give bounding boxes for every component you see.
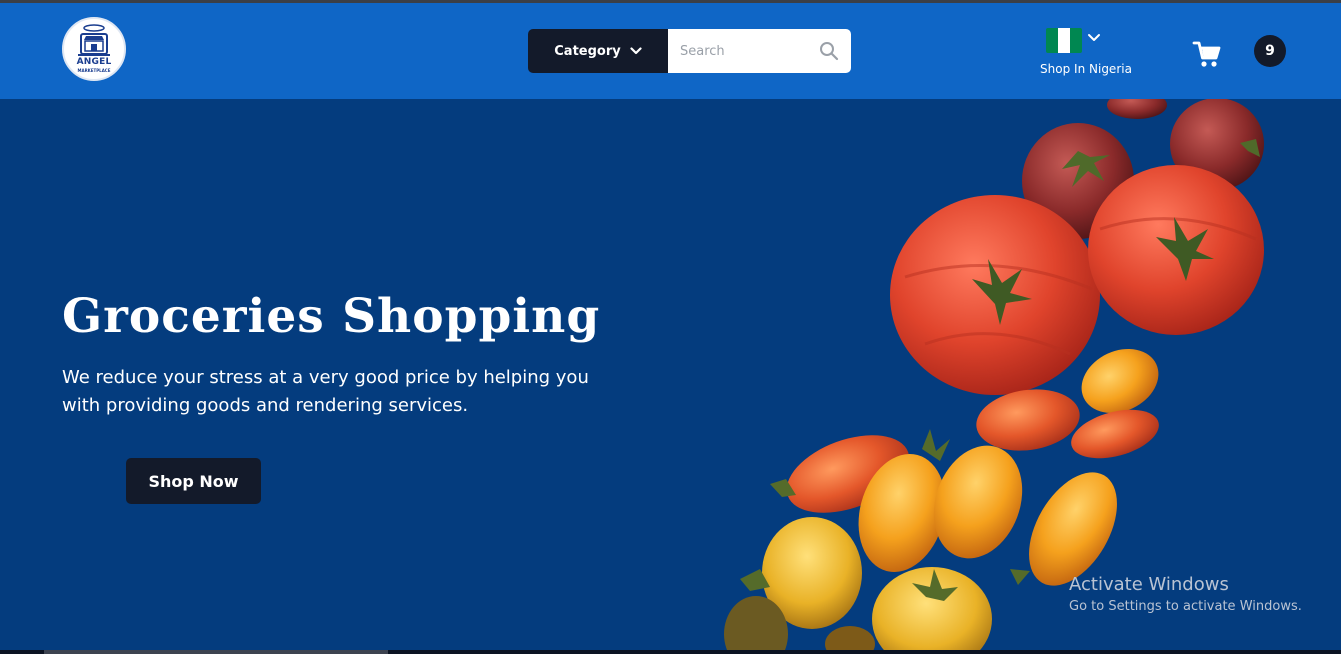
logo-subtitle: MARKETPLACE bbox=[77, 68, 111, 73]
search-box bbox=[668, 29, 851, 73]
horizontal-scrollbar[interactable] bbox=[0, 650, 1341, 654]
country-selector[interactable]: Shop In Nigeria bbox=[1030, 27, 1145, 81]
logo-name: ANGEL bbox=[76, 57, 112, 67]
hero-banner: Groceries Shopping We reduce your stress… bbox=[0, 99, 1341, 654]
hero-subtitle: We reduce your stress at a very good pri… bbox=[62, 367, 589, 416]
cart-count-badge[interactable]: 9 bbox=[1254, 35, 1286, 67]
category-label: Category bbox=[554, 43, 621, 59]
search-input[interactable] bbox=[680, 29, 815, 73]
windows-activation-title: Activate Windows bbox=[1069, 574, 1229, 595]
category-dropdown-button[interactable]: Category bbox=[528, 29, 668, 73]
angel-marketplace-logo[interactable]: ANGEL MARKETPLACE bbox=[62, 17, 126, 81]
hero-title: Groceries Shopping bbox=[62, 289, 601, 344]
nigeria-flag-icon bbox=[1046, 28, 1082, 53]
scrollbar-thumb[interactable] bbox=[44, 650, 388, 654]
chevron-down-icon bbox=[1088, 34, 1100, 41]
country-label: Shop In Nigeria bbox=[1040, 62, 1132, 76]
cart-icon[interactable] bbox=[1192, 39, 1222, 69]
search-icon[interactable] bbox=[819, 41, 839, 61]
chevron-down-icon bbox=[630, 47, 642, 55]
shop-now-button[interactable]: Shop Now bbox=[126, 458, 261, 504]
tomatoes-image bbox=[724, 99, 1264, 654]
windows-activation-subtitle: Go to Settings to activate Windows. bbox=[1069, 599, 1302, 614]
top-navbar: ANGEL MARKETPLACE Category Shop In Niger… bbox=[0, 3, 1341, 99]
